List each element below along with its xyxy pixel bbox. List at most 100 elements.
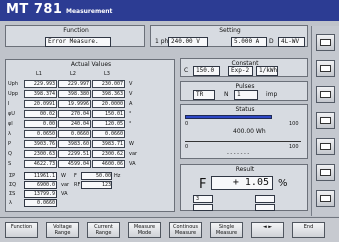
function-select[interactable]: Error Measure.	[45, 37, 111, 47]
summary-label: λ	[9, 200, 12, 206]
row-label: φI	[8, 121, 13, 127]
settings-icon	[320, 117, 331, 124]
table-row: Upp 398.374 398.380 398.363 V	[8, 90, 169, 99]
table-row: I 20.0991 19.9996 20.0000 A	[8, 100, 169, 109]
status-slider[interactable]	[185, 141, 301, 142]
table-cell: 120.05	[92, 120, 125, 128]
table-cell: 270.04	[58, 110, 91, 118]
row-label: Q	[8, 151, 12, 157]
status-title: Status	[235, 106, 255, 113]
constant-panel: Constant C 150.0 Exp-2 1/kWh	[180, 58, 308, 77]
bottom-button[interactable]: Continous Measure	[169, 222, 202, 238]
row-unit: VA	[129, 161, 136, 167]
actual-values-title: Actual Values	[70, 61, 112, 68]
table-cell: 240.04	[58, 120, 91, 128]
result-label: F	[199, 177, 207, 192]
column-header: L2	[70, 71, 76, 77]
toolbar-tool-6[interactable]	[316, 164, 335, 181]
result-p1[interactable]: 3	[193, 195, 213, 203]
row-unit: W	[129, 141, 134, 147]
result-unit: %	[278, 178, 288, 189]
row-unit: °	[129, 121, 132, 127]
toolbar-tool-2[interactable]	[316, 60, 335, 77]
function-title: Function	[63, 27, 89, 34]
toolbar-tool-7[interactable]	[316, 190, 335, 207]
pulse-icon	[320, 143, 331, 150]
chart-icon	[320, 65, 331, 72]
bottom-button[interactable]: Single Measure	[210, 222, 243, 238]
bottom-button[interactable]: Measure Mode	[128, 222, 161, 238]
d-label: D	[269, 38, 274, 45]
table-cell: 230.007	[92, 80, 125, 88]
summary-value: 0.0660	[24, 199, 57, 207]
summary-label: ΣS	[9, 191, 16, 197]
pulses-title: Pulses	[235, 83, 255, 90]
table-cell: 0.00	[24, 120, 57, 128]
pulse-mode[interactable]: TR	[193, 90, 215, 100]
table-cell: 0.0660	[58, 130, 91, 138]
table-cell: 3983.71	[92, 140, 125, 148]
imp-label: imp	[266, 91, 278, 98]
frequency-label: F	[74, 173, 77, 179]
result-panel: Result F + 1.05 % 3	[180, 164, 308, 211]
table-cell: 2300.62	[92, 150, 125, 158]
bottom-button[interactable]: Function	[5, 222, 38, 238]
summary-value: 11961.1	[24, 172, 57, 180]
row-label: P	[8, 141, 12, 147]
table-cell: 150.01	[92, 110, 125, 118]
status-max-2: 100	[289, 144, 299, 150]
table-row: Q 2300.63 2299.51 2300.62 var	[8, 150, 169, 159]
result-p4[interactable]	[255, 204, 275, 211]
data-icon	[320, 91, 331, 98]
actual-values-panel: Actual Values L1 L2 L3 Uph 229.993 229.997 230…	[5, 59, 175, 212]
row-unit: V	[129, 81, 133, 87]
table-cell: 398.374	[24, 90, 57, 98]
screen-icon	[320, 39, 331, 46]
table-cell: 4622.73	[24, 160, 57, 168]
table-cell: 398.380	[58, 90, 91, 98]
toolbar-tool-4[interactable]	[316, 112, 335, 129]
toolbar-tool-3[interactable]	[316, 86, 335, 103]
table-cell: 2299.51	[58, 150, 91, 158]
table-row: φI 0.00 240.04 120.05 °	[8, 120, 169, 129]
status-max: 100	[289, 121, 299, 127]
row-label: λ	[8, 131, 11, 137]
status-panel: Status 0 100 400.00 Wh 0 100 - - - - - -…	[180, 104, 308, 159]
bottom-button[interactable]: Current Range	[87, 222, 120, 238]
voltage-setting[interactable]: 240.00 V	[168, 37, 208, 47]
pulse-count[interactable]: 1	[234, 90, 258, 100]
constant-exponent[interactable]: Exp-2	[228, 66, 253, 76]
column-header: L3	[104, 71, 110, 77]
toolbar-tool-1[interactable]	[316, 34, 335, 51]
summary-label: ΣP	[9, 173, 16, 179]
table-cell: 19.9996	[58, 100, 91, 108]
measure-mode-setting[interactable]: 4L-WV	[278, 37, 305, 47]
bottom-button[interactable]: Voltage Range	[46, 222, 79, 238]
constant-value[interactable]: 150.0	[193, 66, 220, 76]
bottom-button[interactable]: End	[292, 222, 325, 238]
right-toolbar	[311, 26, 339, 216]
bottom-button[interactable]: ◄ ►	[251, 222, 284, 238]
measurement-screen: MT 781 Measurement Function Error Measur…	[0, 0, 339, 242]
screen-title: Measurement	[66, 8, 113, 15]
column-header: L1	[36, 71, 42, 77]
toolbar-tool-5[interactable]	[316, 138, 335, 155]
row-label: Upp	[8, 91, 19, 97]
row-label: S	[8, 161, 12, 167]
n-label: N	[224, 91, 229, 98]
result-p3[interactable]	[193, 204, 213, 211]
table-cell: 4599.04	[58, 160, 91, 168]
table-cell: 4600.06	[92, 160, 125, 168]
table-cell: 398.363	[92, 90, 125, 98]
result-title: Result	[235, 166, 255, 173]
result-p2[interactable]	[255, 195, 275, 203]
constant-unit[interactable]: 1/kWh	[256, 66, 278, 76]
status-progress-bar	[185, 115, 272, 119]
title-bar: MT 781 Measurement	[0, 0, 339, 21]
table-row: λ 0.0650 0.0660 0.0660	[8, 130, 169, 139]
table-cell: 229.993	[24, 80, 57, 88]
table-cell: 00.02	[24, 110, 57, 118]
current-setting[interactable]: 5.000 A	[231, 37, 267, 47]
row-label: φU	[8, 111, 15, 117]
row-unit: V	[129, 91, 133, 97]
